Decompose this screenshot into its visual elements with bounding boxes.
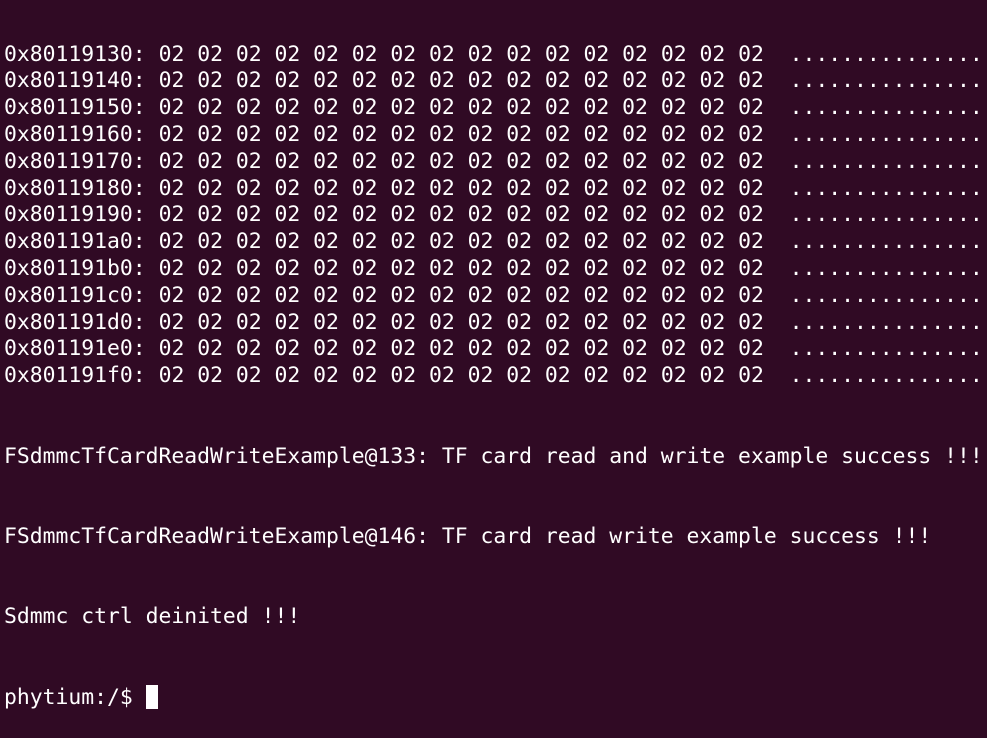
memory-dump-row: 0x801191a0: 02 02 02 02 02 02 02 02 02 0… bbox=[4, 229, 987, 256]
terminal-output[interactable]: 0x80119130: 02 02 02 02 02 02 02 02 02 0… bbox=[4, 0, 987, 738]
address: 0x801191d0: bbox=[4, 309, 146, 335]
memory-dump-row: 0x801191b0: 02 02 02 02 02 02 02 02 02 0… bbox=[4, 256, 987, 283]
log-message: Sdmmc ctrl deinited !!! bbox=[4, 604, 301, 630]
memory-dump-row: 0x801191e0: 02 02 02 02 02 02 02 02 02 0… bbox=[4, 336, 987, 363]
ascii-column: ................ bbox=[789, 229, 987, 255]
log-message: FSdmmcTfCardReadWriteExample@146: TF car… bbox=[4, 523, 932, 549]
address: 0x80119180: bbox=[4, 175, 146, 201]
memory-dump-row: 0x80119190: 02 02 02 02 02 02 02 02 02 0… bbox=[4, 202, 987, 229]
ascii-column: ................ bbox=[789, 363, 987, 389]
ascii-column: ................ bbox=[789, 41, 987, 67]
ascii-column: ................ bbox=[789, 282, 987, 308]
hex-bytes: 02 02 02 02 02 02 02 02 02 02 02 02 02 0… bbox=[158, 41, 764, 67]
address: 0x801191c0: bbox=[4, 282, 146, 308]
address: 0x801191e0: bbox=[4, 336, 146, 362]
address: 0x80119190: bbox=[4, 202, 146, 228]
ascii-column: ................ bbox=[789, 202, 987, 228]
memory-dump-row: 0x80119160: 02 02 02 02 02 02 02 02 02 0… bbox=[4, 122, 987, 149]
hex-bytes: 02 02 02 02 02 02 02 02 02 02 02 02 02 0… bbox=[158, 121, 764, 147]
memory-dump-row: 0x801191f0: 02 02 02 02 02 02 02 02 02 0… bbox=[4, 363, 987, 390]
ascii-column: ................ bbox=[789, 175, 987, 201]
address: 0x80119170: bbox=[4, 148, 146, 174]
ascii-column: ................ bbox=[789, 95, 987, 121]
address: 0x801191a0: bbox=[4, 229, 146, 255]
memory-dump-row: 0x80119150: 02 02 02 02 02 02 02 02 02 0… bbox=[4, 95, 987, 122]
address: 0x80119160: bbox=[4, 121, 146, 147]
memory-dump-row: 0x801191c0: 02 02 02 02 02 02 02 02 02 0… bbox=[4, 283, 987, 310]
address: 0x801191b0: bbox=[4, 255, 146, 281]
hex-bytes: 02 02 02 02 02 02 02 02 02 02 02 02 02 0… bbox=[158, 95, 764, 121]
prompt-line[interactable]: phytium:/$ bbox=[4, 684, 987, 712]
shell-prompt: phytium:/$ bbox=[4, 684, 133, 710]
ascii-column: ................ bbox=[789, 121, 987, 147]
hex-bytes: 02 02 02 02 02 02 02 02 02 02 02 02 02 0… bbox=[158, 255, 764, 281]
address: 0x80119150: bbox=[4, 95, 146, 121]
memory-dump-row: 0x801191d0: 02 02 02 02 02 02 02 02 02 0… bbox=[4, 310, 987, 337]
hex-bytes: 02 02 02 02 02 02 02 02 02 02 02 02 02 0… bbox=[158, 363, 764, 389]
address: 0x801191f0: bbox=[4, 363, 146, 389]
ascii-column: ................ bbox=[789, 68, 987, 94]
memory-dump-row: 0x80119140: 02 02 02 02 02 02 02 02 02 0… bbox=[4, 68, 987, 95]
address: 0x80119130: bbox=[4, 41, 146, 67]
hex-bytes: 02 02 02 02 02 02 02 02 02 02 02 02 02 0… bbox=[158, 202, 764, 228]
hex-bytes: 02 02 02 02 02 02 02 02 02 02 02 02 02 0… bbox=[158, 309, 764, 335]
text-cursor bbox=[145, 684, 158, 709]
hex-bytes: 02 02 02 02 02 02 02 02 02 02 02 02 02 0… bbox=[158, 68, 764, 94]
address: 0x80119140: bbox=[4, 68, 146, 94]
memory-dump-row: 0x80119180: 02 02 02 02 02 02 02 02 02 0… bbox=[4, 176, 987, 203]
ascii-column: ................ bbox=[789, 255, 987, 281]
hex-bytes: 02 02 02 02 02 02 02 02 02 02 02 02 02 0… bbox=[158, 148, 764, 174]
memory-dump-row: 0x80119130: 02 02 02 02 02 02 02 02 02 0… bbox=[4, 42, 987, 69]
hex-bytes: 02 02 02 02 02 02 02 02 02 02 02 02 02 0… bbox=[158, 175, 764, 201]
memory-dump-row: 0x80119170: 02 02 02 02 02 02 02 02 02 0… bbox=[4, 149, 987, 176]
ascii-column: ................ bbox=[789, 309, 987, 335]
log-message: FSdmmcTfCardReadWriteExample@133: TF car… bbox=[4, 443, 983, 469]
hex-bytes: 02 02 02 02 02 02 02 02 02 02 02 02 02 0… bbox=[158, 282, 764, 308]
hex-bytes: 02 02 02 02 02 02 02 02 02 02 02 02 02 0… bbox=[158, 336, 764, 362]
ascii-column: ................ bbox=[789, 148, 987, 174]
hex-bytes: 02 02 02 02 02 02 02 02 02 02 02 02 02 0… bbox=[158, 229, 764, 255]
ascii-column: ................ bbox=[789, 336, 987, 362]
